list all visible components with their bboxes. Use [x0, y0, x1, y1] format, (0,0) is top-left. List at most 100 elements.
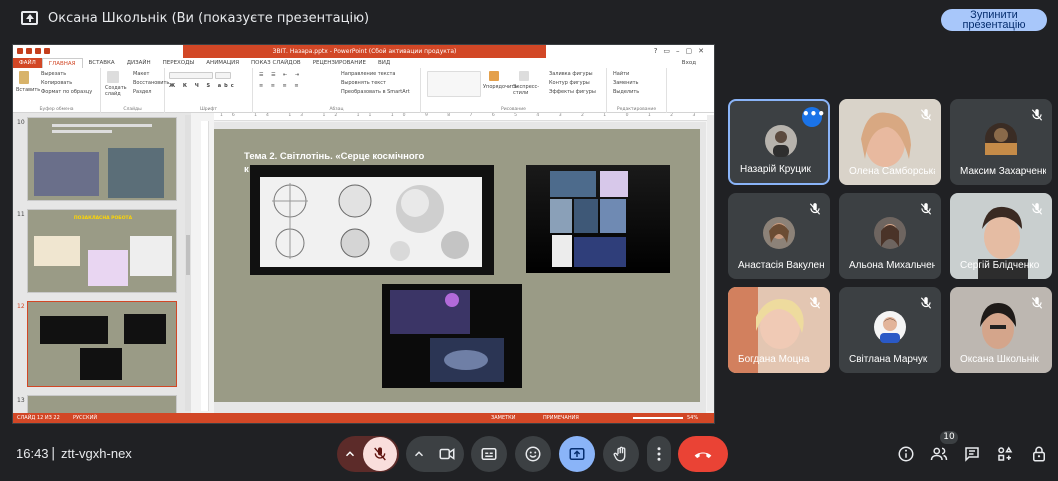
- avatar: [763, 217, 795, 249]
- presenting-title: Оксана Школьнік (Ви (показуєте презентац…: [48, 11, 370, 26]
- mic-off-icon: [374, 447, 386, 461]
- font-group-label: Шрифт: [199, 107, 218, 112]
- thumb12-image-b: [124, 314, 166, 344]
- slide-thumbnail-10: [27, 117, 177, 201]
- activities-icon: [998, 446, 1013, 461]
- mic-off-icon: [1030, 201, 1044, 215]
- host-controls-button[interactable]: [1026, 441, 1052, 467]
- people-button[interactable]: [926, 441, 952, 467]
- mic-off-icon: [808, 295, 822, 309]
- ribbon: Вставить Вырезать Копировать Формат по о…: [13, 68, 714, 113]
- participant-name: Сергій Блідченко: [960, 260, 1040, 271]
- align-text-label: Выровнять текст: [341, 80, 386, 86]
- participant-name: Альона Михальченко: [849, 260, 935, 271]
- slide-thumbnails-pane: 10 11 ПОЗАКЛАСНА РОБОТА 12 13: [13, 113, 191, 415]
- present-now-button[interactable]: [559, 436, 595, 472]
- slide-editing-area: Тема 2. Світлотінь. «Серце космічного к: [214, 122, 706, 413]
- leave-call-button[interactable]: [678, 436, 728, 472]
- thumb11-image-b: [88, 250, 128, 286]
- slide-number-13: 13: [17, 397, 25, 404]
- participant-tile[interactable]: Сергій Блідченко: [950, 193, 1052, 279]
- find-label: Найти: [613, 71, 630, 77]
- copy-label: Копировать: [41, 80, 73, 86]
- powerpoint-titlebar: ЗВІТ. Назара.pptx - PowerPoint (Сбой акт…: [13, 45, 714, 58]
- participant-tile[interactable]: Анастасія Вакуленко: [728, 193, 830, 279]
- status-language: РУССКИЙ: [73, 415, 98, 421]
- thumbnails-scrollbar: [185, 115, 191, 411]
- horizontal-ruler: 16 14 13 12 11 10 9 8 7 6 5 4 3 2 1 0 1 …: [214, 113, 714, 121]
- space-collage-frame: [526, 165, 670, 273]
- redo-icon: [44, 48, 50, 54]
- shared-screen: ЗВІТ. Назара.pptx - PowerPoint (Сбой акт…: [12, 44, 715, 424]
- status-comments: ПРИМЕЧАНИЯ: [543, 415, 579, 421]
- chat-button[interactable]: [959, 441, 985, 467]
- stop-presenting-button[interactable]: Зупинити презентацію: [941, 9, 1047, 31]
- thumb10-image-right: [108, 148, 164, 198]
- avatar: [985, 123, 1017, 155]
- emoji-reactions-button[interactable]: [515, 436, 551, 472]
- thumb11-title: ПОЗАКЛАСНА РОБОТА: [73, 216, 133, 221]
- thumb12-image-a: [40, 316, 108, 344]
- captions-button[interactable]: [471, 436, 507, 472]
- shape-outline-label: Контур фигуры: [549, 80, 590, 86]
- participant-tile[interactable]: Оксана Школьнік: [950, 287, 1052, 373]
- toggle-mic-button[interactable]: [363, 437, 397, 471]
- font-name-box: [169, 72, 213, 79]
- thumb10-text: [52, 124, 152, 127]
- slide-thumbnail-13: [27, 395, 177, 415]
- emoji-icon: [525, 446, 541, 462]
- smartart-label: Преобразовать в SmartArt: [341, 89, 410, 95]
- raise-hand-button[interactable]: [603, 436, 639, 472]
- lock-person-icon: [1033, 446, 1045, 462]
- mic-off-icon: [808, 201, 822, 215]
- chevron-up-icon: [345, 451, 355, 457]
- mic-off-icon: [919, 295, 933, 309]
- participant-name: Назарій Круцик: [740, 164, 811, 175]
- avatar: [874, 311, 906, 343]
- activities-button[interactable]: [992, 441, 1018, 467]
- slides-group-label: Слайды: [123, 107, 142, 112]
- align-icons: ≡ ≡ ≡ ≡: [259, 83, 302, 89]
- paragraph-group: ☰ ☰ ⇤ ⇥ ≡ ≡ ≡ ≡ Направление текста Выров…: [253, 68, 421, 113]
- participant-name: Максим Захарченко: [960, 166, 1046, 177]
- interior-images-frame: [382, 284, 522, 388]
- slide-number-12: 12: [17, 303, 25, 310]
- status-zoom: 54%: [687, 415, 699, 421]
- format-painter-label: Формат по образцу: [41, 89, 93, 95]
- clipboard-group: Вставить Вырезать Копировать Формат по о…: [13, 68, 101, 113]
- cut-label: Вырезать: [41, 71, 67, 77]
- toggle-camera-button[interactable]: [432, 445, 462, 463]
- ribbon-tab-home: ГЛАВНАЯ: [41, 58, 83, 68]
- more-options-button[interactable]: [647, 436, 671, 472]
- more-vert-icon: [657, 447, 661, 461]
- section-label: Раздел: [133, 89, 152, 95]
- audio-options-chevron[interactable]: [337, 447, 363, 461]
- participant-tile[interactable]: Максим Захарченко: [950, 99, 1052, 185]
- zoom-slider: [633, 417, 683, 419]
- clock: 16:43: [16, 446, 49, 461]
- mic-off-icon: [919, 201, 933, 215]
- participant-tile[interactable]: Світлана Марчук: [839, 287, 941, 373]
- shapes-gallery-icon: [427, 71, 481, 97]
- meeting-details-button[interactable]: [893, 441, 919, 467]
- drawing-group: Упорядочить Экспресс-стили Заливка фигур…: [421, 68, 607, 113]
- slides-group: Создать слайд Макет Восстановить Раздел …: [101, 68, 169, 113]
- chat-icon: [965, 447, 979, 462]
- shape-effects-label: Эффекты фигуры: [549, 89, 596, 95]
- editing-group: Найти Заменить Выделить Редактирование: [607, 68, 667, 113]
- interior-images: [382, 284, 522, 388]
- ribbon-tab-insert: ВСТАВКА: [88, 60, 115, 66]
- thumb11-image-a: [34, 236, 80, 266]
- video-options-chevron[interactable]: [406, 447, 432, 461]
- reset-label: Восстановить: [133, 80, 170, 86]
- end-call-icon: [694, 452, 712, 459]
- participant-tile[interactable]: Олена Самборська: [839, 99, 941, 185]
- more-options-button[interactable]: •••: [802, 107, 825, 127]
- present-screen-icon: [569, 448, 585, 460]
- participant-tile[interactable]: ••• Назарій Круцик: [728, 99, 830, 185]
- participant-tile[interactable]: Богдана Моцна: [728, 287, 830, 373]
- ribbon-tab-animation: АНИМАЦИЯ: [206, 60, 240, 66]
- paragraph-group-label: Абзац: [329, 107, 344, 112]
- info-icon: [898, 446, 914, 462]
- participant-tile[interactable]: Альона Михальченко: [839, 193, 941, 279]
